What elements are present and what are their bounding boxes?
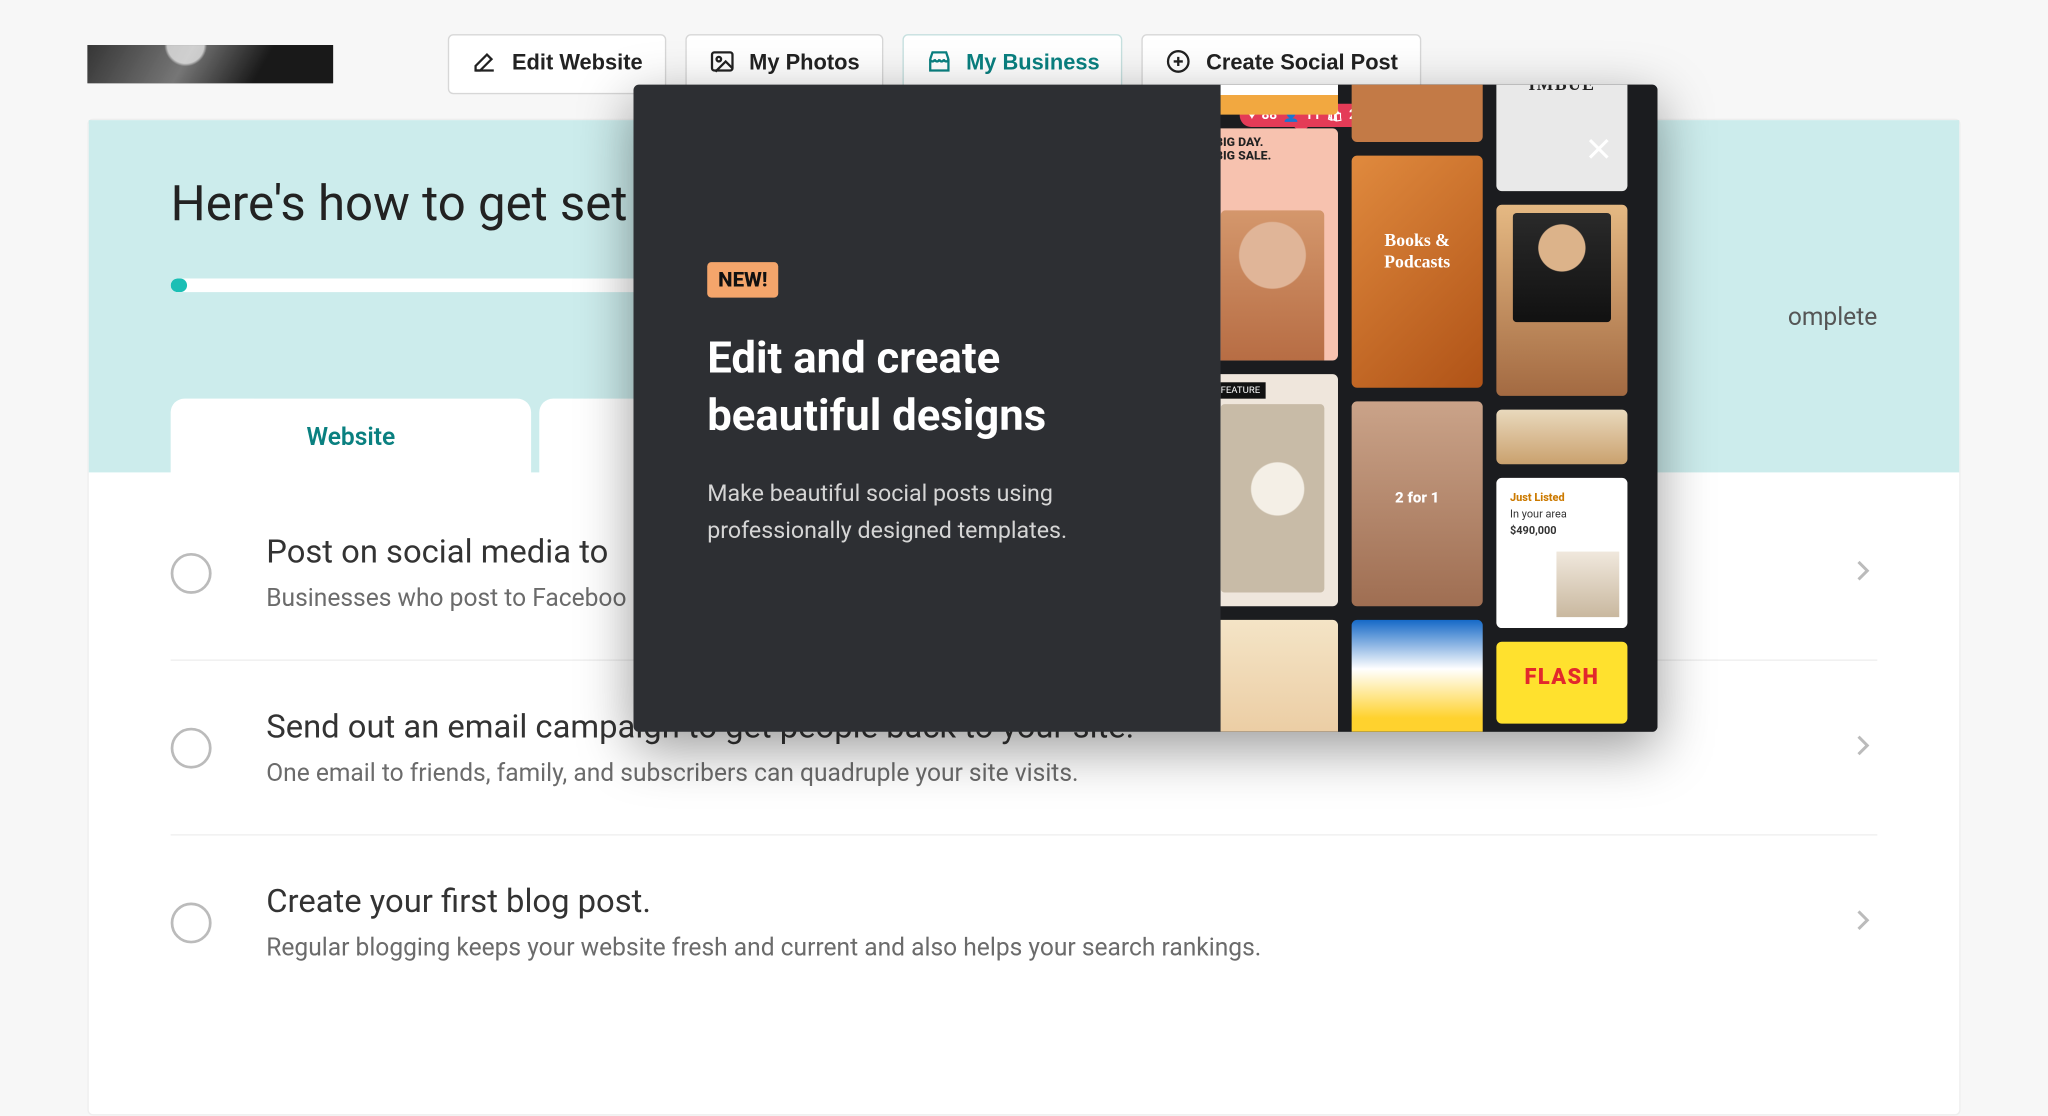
tile-label: BIG DAY. BIG SALE. bbox=[1221, 137, 1272, 164]
storefront-icon bbox=[925, 47, 952, 81]
checklist-circle-icon bbox=[171, 552, 212, 593]
template-tile: FLASH bbox=[1496, 642, 1627, 724]
close-button[interactable] bbox=[1578, 131, 1619, 172]
edit-website-label: Edit Website bbox=[512, 52, 643, 77]
template-tile bbox=[1496, 410, 1627, 465]
setup-item-title: Create your first blog post. bbox=[266, 882, 1792, 920]
chevron-right-icon bbox=[1847, 555, 1877, 590]
site-thumbnail bbox=[87, 45, 333, 83]
my-business-label: My Business bbox=[966, 52, 1100, 77]
setup-item-blog-post[interactable]: Create your first blog post. Regular blo… bbox=[171, 834, 1878, 1009]
template-tile bbox=[1496, 205, 1627, 396]
tile-label: Just Listed bbox=[1510, 492, 1614, 504]
pencil-icon bbox=[471, 47, 498, 81]
tile-label: FLASH bbox=[1496, 664, 1627, 690]
tile-label: FEATURE bbox=[1221, 382, 1266, 398]
new-badge: NEW! bbox=[707, 262, 778, 297]
template-tile: 2 for 1 bbox=[1352, 401, 1483, 606]
checklist-circle-icon bbox=[171, 727, 212, 768]
popover-collage: ♥88 👤11 🛍2 BIG DAY. BIG SALE. FEATURE bbox=[1221, 85, 1658, 732]
tile-label: In your area bbox=[1510, 508, 1614, 520]
template-tile: BIG DAY. BIG SALE. bbox=[1221, 128, 1338, 360]
tile-label: 2 for 1 bbox=[1352, 489, 1483, 507]
tile-label: $490,000 bbox=[1510, 524, 1614, 536]
setup-item-subtitle: Regular blogging keeps your website fres… bbox=[266, 934, 1792, 963]
create-social-post-label: Create Social Post bbox=[1206, 52, 1398, 77]
tab-website[interactable]: Website bbox=[171, 399, 531, 474]
tab-website-label: Website bbox=[306, 423, 395, 452]
create-social-post-popover: NEW! Edit and create beautiful designs M… bbox=[633, 85, 1657, 732]
my-photos-label: My Photos bbox=[749, 52, 859, 77]
template-tile: FEATURE bbox=[1221, 374, 1338, 606]
tile-label: IMBUE bbox=[1496, 85, 1627, 96]
chevron-right-icon bbox=[1847, 905, 1877, 940]
template-tile bbox=[1221, 85, 1338, 115]
close-icon bbox=[1584, 134, 1614, 169]
template-tile bbox=[1352, 85, 1483, 142]
tile-label: Books & Podcasts bbox=[1352, 229, 1483, 272]
template-tile bbox=[1352, 620, 1483, 732]
complete-suffix-label: omplete bbox=[1788, 303, 1877, 332]
popover-title: Edit and create beautiful designs bbox=[707, 330, 1166, 444]
template-tile: J U N E bbox=[1221, 620, 1338, 732]
plus-circle-icon bbox=[1165, 47, 1192, 81]
template-tile: Books & Podcasts bbox=[1352, 156, 1483, 388]
template-tile: Just Listed In your area $490,000 bbox=[1496, 478, 1627, 628]
popover-description: Make beautiful social posts using profes… bbox=[707, 477, 1166, 549]
checklist-circle-icon bbox=[171, 902, 212, 943]
photo-icon bbox=[708, 47, 735, 81]
setup-item-subtitle: One email to friends, family, and subscr… bbox=[266, 759, 1792, 788]
edit-website-button[interactable]: Edit Website bbox=[448, 34, 666, 94]
chevron-right-icon bbox=[1847, 730, 1877, 765]
